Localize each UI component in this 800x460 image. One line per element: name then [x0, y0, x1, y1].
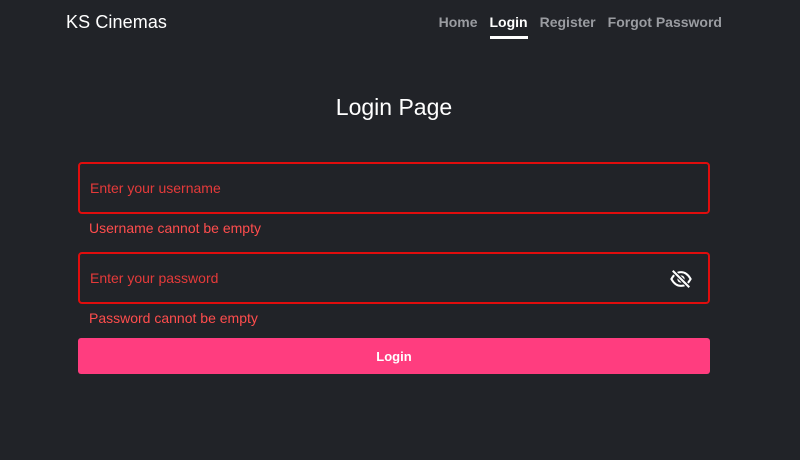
nav-link-forgot-password[interactable]: Forgot Password	[608, 14, 722, 39]
nav-links: Home Login Register Forgot Password	[439, 14, 722, 39]
nav-link-home[interactable]: Home	[439, 14, 478, 39]
username-input[interactable]	[80, 164, 708, 212]
eye-off-icon[interactable]	[670, 268, 692, 290]
page-title: Login Page	[335, 94, 453, 120]
password-field-container	[78, 252, 710, 304]
navbar: KS Cinemas Home Login Register Forgot Pa…	[0, 0, 800, 46]
password-error-message: Password cannot be empty	[89, 310, 258, 326]
brand-logo[interactable]: KS Cinemas	[66, 12, 167, 33]
nav-link-login[interactable]: Login	[489, 14, 528, 39]
password-input[interactable]	[80, 254, 708, 302]
login-button[interactable]: Login	[78, 338, 710, 374]
nav-link-register[interactable]: Register	[540, 14, 596, 39]
username-error-message: Username cannot be empty	[89, 220, 261, 236]
username-field-container	[78, 162, 710, 214]
